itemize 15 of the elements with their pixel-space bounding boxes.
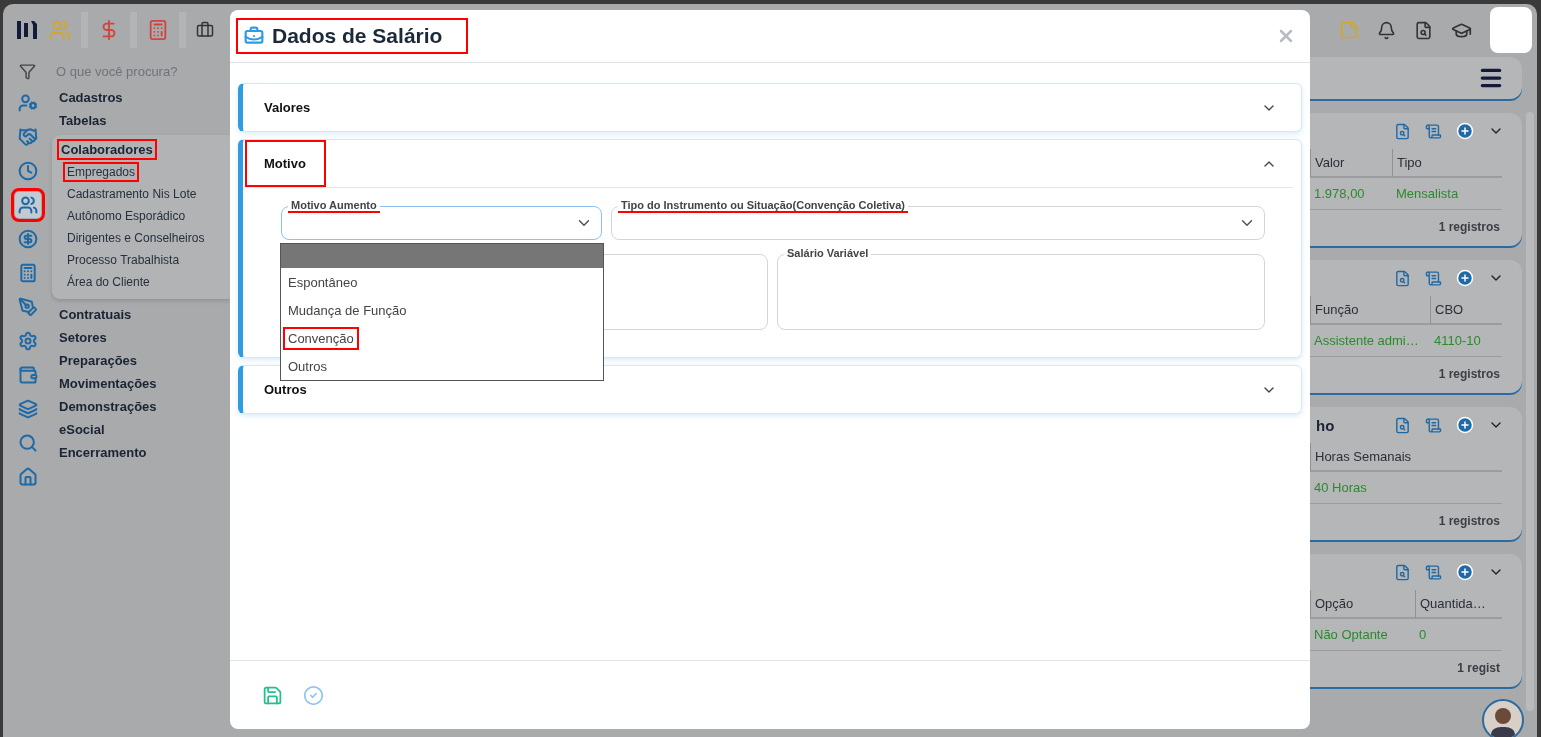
table-cell: 4110-10 xyxy=(1430,325,1502,357)
column-header: Quantida… xyxy=(1415,590,1502,619)
record-count: 1 registros xyxy=(1437,219,1501,236)
table-cell: 0 xyxy=(1415,619,1502,651)
record-count: 1 registros xyxy=(1437,513,1501,530)
field-label: Motivo Aumento xyxy=(288,199,380,213)
card-title: ho xyxy=(1316,416,1335,434)
field-label: Tipo do Instrumento ou Situação(Convenção Coletiva) xyxy=(618,199,908,213)
dialog-title: Dados de Salário xyxy=(238,20,467,52)
record-count: 1 registros xyxy=(1437,366,1501,383)
column-header: Tipo xyxy=(1392,149,1502,178)
table-cell: Mensalista xyxy=(1392,178,1502,210)
column-header: CBO xyxy=(1430,296,1502,325)
record-count: 1 regist xyxy=(1456,660,1501,677)
field-label: Salário Variável xyxy=(786,247,870,261)
